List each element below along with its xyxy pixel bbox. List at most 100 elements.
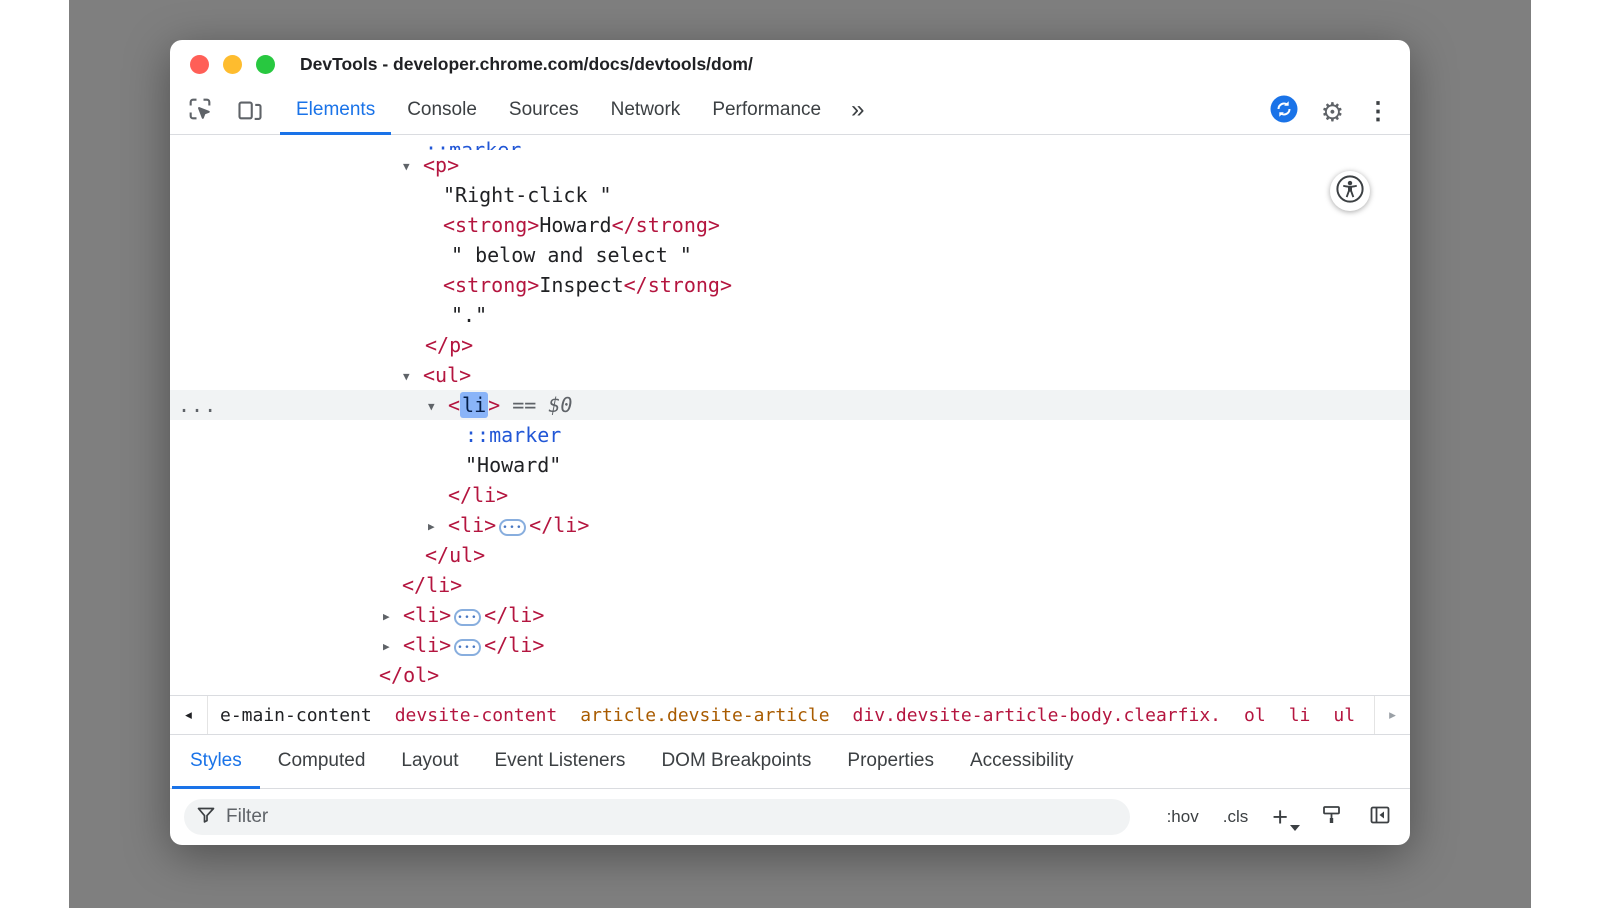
tree-expand-arrow-icon[interactable]: ▼ [403,152,423,182]
dom-token-tag: </strong> [612,213,720,237]
inspect-element-button[interactable] [184,96,216,128]
panel-tab-accessibility[interactable]: Accessibility [952,735,1091,789]
dom-token-tag: </li> [484,633,544,657]
dom-tree-row[interactable]: ▶<li>•••</li> [170,600,1410,630]
settings-button[interactable]: ⚙ [1321,99,1344,125]
window-title: DevTools - developer.chrome.com/docs/dev… [300,54,753,75]
dom-tree-row[interactable]: ▼<ul> [170,360,1410,390]
accessibility-person-icon [1336,175,1364,208]
dom-token-eq: == [500,393,548,417]
toggle-sidebar-button[interactable] [1368,803,1392,832]
expand-ellipsis-button[interactable]: ••• [499,519,526,536]
dom-token-tag: </ul> [425,543,485,567]
funnel-icon [196,805,216,830]
dom-token-str: "Howard" [465,453,561,477]
dom-tree-row[interactable]: "." [170,300,1410,330]
panel-tab-layout[interactable]: Layout [383,735,476,789]
device-toolbar-button[interactable] [234,96,266,128]
dom-tree-row[interactable]: </p> [170,330,1410,360]
dom-token-str: "Right-click " [443,183,612,207]
dom-token-tag: <ul> [423,363,471,387]
dom-token-tag: </strong> [624,273,732,297]
close-button[interactable] [190,55,209,74]
dom-tree-row[interactable]: ▶<li>•••</li> [170,630,1410,660]
dom-token-tag: </li> [529,513,589,537]
rendering-emulations-button[interactable] [1320,803,1344,832]
breadcrumb-item[interactable]: devsite-content [395,705,558,726]
tab-performance[interactable]: Performance [696,88,837,135]
tree-expand-arrow-icon[interactable]: ▶ [428,512,448,542]
tab-console[interactable]: Console [391,88,493,135]
dom-token-tag: <strong> [443,273,539,297]
more-tabs-button[interactable]: » [837,96,878,128]
row-overflow-dots[interactable]: ... [178,390,217,420]
breadcrumb-scroll-left-button[interactable]: ◂ [170,696,208,734]
expand-ellipsis-button[interactable]: ••• [454,609,481,626]
panel-tab-dom-breakpoints[interactable]: DOM Breakpoints [643,735,829,789]
breadcrumb: ◂ e-main-content devsite-content article.d… [170,695,1410,735]
dom-tree-row[interactable]: ::marker [170,135,1410,150]
breadcrumb-item[interactable]: article.devsite-article [580,705,829,726]
breadcrumb-item[interactable]: ol [1244,705,1266,726]
dom-tree-row[interactable]: <strong>Howard</strong> [170,210,1410,240]
dom-token-sel: li [460,392,488,418]
dom-tree-row[interactable]: " below and select " [170,240,1410,270]
devtools-window: DevTools - developer.chrome.com/docs/dev… [170,40,1410,845]
dom-tree-row[interactable]: ▼<p> [170,150,1410,180]
inspect-cursor-icon [186,95,214,128]
dom-token-tag: <strong> [443,213,539,237]
dom-tree-row[interactable]: </li> [170,480,1410,510]
breadcrumb-item[interactable]: li [1289,705,1311,726]
dom-tree-row[interactable]: </li> [170,570,1410,600]
dom-token-tag: > [488,393,500,417]
dom-token-tag: <li> [403,633,451,657]
gear-icon: ⚙ [1321,99,1344,125]
tree-expand-arrow-icon[interactable]: ▼ [403,362,423,392]
panel-tab-properties[interactable]: Properties [829,735,952,789]
class-toggle-button[interactable]: .cls [1223,807,1249,827]
new-style-rule-button[interactable]: + [1272,804,1296,831]
dom-token-marker: ::marker [425,135,521,150]
zoom-button[interactable] [256,55,275,74]
devtools-toolbar: ElementsConsoleSourcesNetworkPerformance… [170,88,1410,135]
dom-token-tag: </li> [402,573,462,597]
dom-tree-row[interactable]: <strong>Inspect</strong> [170,270,1410,300]
panel-tab-computed[interactable]: Computed [260,735,384,789]
kebab-menu-button[interactable]: ⋮ [1366,100,1390,124]
dom-tree-row[interactable]: "Howard" [170,450,1410,480]
breadcrumb-item[interactable]: e-main-content [220,705,372,726]
expand-ellipsis-button[interactable]: ••• [454,639,481,656]
tree-expand-arrow-icon[interactable]: ▶ [383,632,403,662]
panel-tab-styles[interactable]: Styles [172,735,260,789]
dom-tree-row[interactable]: </ul> [170,540,1410,570]
dom-token-str: "." [451,303,487,327]
tab-network[interactable]: Network [595,88,697,135]
sync-icon [1269,94,1299,129]
sync-button[interactable] [1269,94,1299,129]
tree-expand-arrow-icon[interactable]: ▶ [383,602,403,632]
tab-sources[interactable]: Sources [493,88,595,135]
dom-token-tag: </li> [484,603,544,627]
pseudo-state-button[interactable]: :hov [1167,807,1199,827]
tab-elements[interactable]: Elements [280,88,391,135]
breadcrumb-item[interactable]: ul [1333,705,1355,726]
dom-tree-row[interactable]: ::marker [170,420,1410,450]
dom-token-var: $0 [548,393,572,417]
dom-tree-row[interactable]: ▶<li>•••</li> [170,510,1410,540]
filter-input[interactable] [226,806,1118,828]
breadcrumb-item[interactable]: div.devsite-article-body.clearfix. [853,705,1221,726]
dom-token-tag: </li> [448,483,508,507]
dom-token-tag: < [448,393,460,417]
dom-tree-row[interactable]: "Right-click " [170,180,1410,210]
tree-expand-arrow-icon[interactable]: ▼ [428,392,448,422]
accessibility-overlay-button[interactable] [1330,171,1370,211]
panel-tab-event-listeners[interactable]: Event Listeners [476,735,643,789]
dom-token-tag: <li> [403,603,451,627]
dom-tree-row[interactable]: </ol> [170,660,1410,690]
dom-token-tag: <p> [423,153,459,177]
breadcrumb-scroll-right-button[interactable]: ▸ [1374,696,1410,734]
kebab-menu-icon: ⋮ [1366,100,1390,124]
minimize-button[interactable] [223,55,242,74]
dom-token-marker: ::marker [465,423,561,447]
dom-tree-row[interactable]: ... ▼<li> == $0 [170,390,1410,420]
